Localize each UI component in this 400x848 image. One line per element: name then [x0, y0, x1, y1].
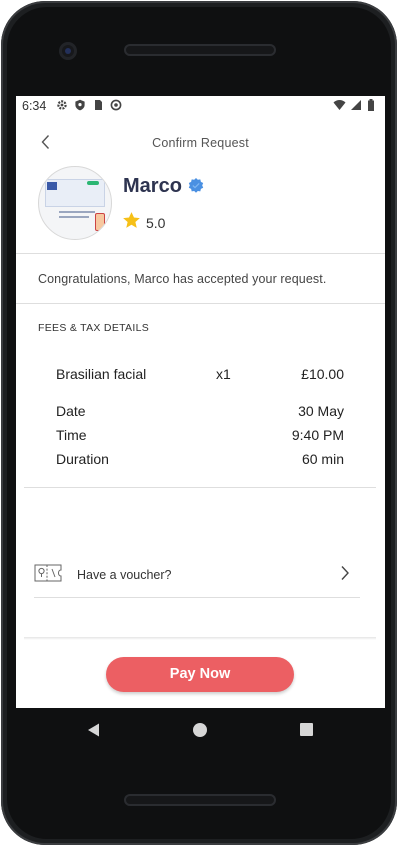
service-price: £10.00 [301, 366, 344, 382]
divider [16, 253, 385, 254]
battery-icon [367, 99, 379, 111]
device-frame: 6:34 Confirm Request Marco 5.0 Congratul… [0, 0, 400, 848]
no-disturb-icon [110, 99, 122, 111]
avatar-image-phone [95, 213, 105, 231]
nav-back-icon[interactable] [86, 722, 102, 738]
status-icons-right [333, 99, 379, 111]
service-quantity: x1 [216, 366, 231, 382]
top-speaker [124, 44, 276, 56]
front-camera [59, 42, 77, 60]
status-bar: 6:34 [16, 96, 385, 116]
divider [24, 487, 376, 488]
detail-value: 9:40 PM [291, 427, 344, 443]
shield-icon [74, 99, 86, 111]
detail-value: 60 min [301, 451, 344, 467]
detail-label: Duration [56, 451, 109, 467]
chevron-right-icon [338, 564, 352, 582]
fees-section-title: FEES & TAX DETAILS [38, 322, 150, 334]
nav-recents-icon[interactable] [300, 723, 313, 736]
avatar-image-button [87, 181, 99, 185]
acceptance-message: Congratulations, Marco has accepted your… [38, 272, 327, 286]
detail-label: Date [56, 403, 86, 419]
voucher-ticket-icon [34, 563, 62, 583]
app-screen: 6:34 Confirm Request Marco 5.0 Congratul… [16, 96, 385, 708]
android-nav-bar [16, 708, 385, 752]
detail-label: Time [56, 427, 87, 443]
status-time: 6:34 [22, 99, 47, 113]
signal-icon [350, 99, 362, 111]
bottom-panel-shadow [24, 637, 376, 640]
verified-badge-icon [187, 177, 205, 195]
detail-value: 30 May [298, 403, 344, 419]
service-name: Brasilian facial [56, 366, 147, 382]
divider [34, 597, 360, 598]
avatar [38, 166, 112, 240]
bottom-speaker [124, 794, 276, 806]
star-icon [122, 211, 141, 230]
rating-value: 5.0 [146, 215, 166, 231]
pay-now-button[interactable]: Pay Now [106, 657, 294, 692]
sim-icon [92, 99, 104, 111]
avatar-image-logo [47, 182, 57, 190]
gear-icon [56, 99, 68, 111]
avatar-image-line [59, 211, 95, 213]
divider [16, 303, 385, 304]
wifi-icon [333, 99, 346, 111]
status-icons-left [56, 99, 122, 111]
avatar-image-line [59, 216, 89, 218]
voucher-label: Have a voucher? [77, 568, 172, 582]
page-title: Confirm Request [152, 136, 249, 150]
provider-name: Marco [123, 175, 182, 197]
nav-home-icon[interactable] [193, 723, 207, 737]
